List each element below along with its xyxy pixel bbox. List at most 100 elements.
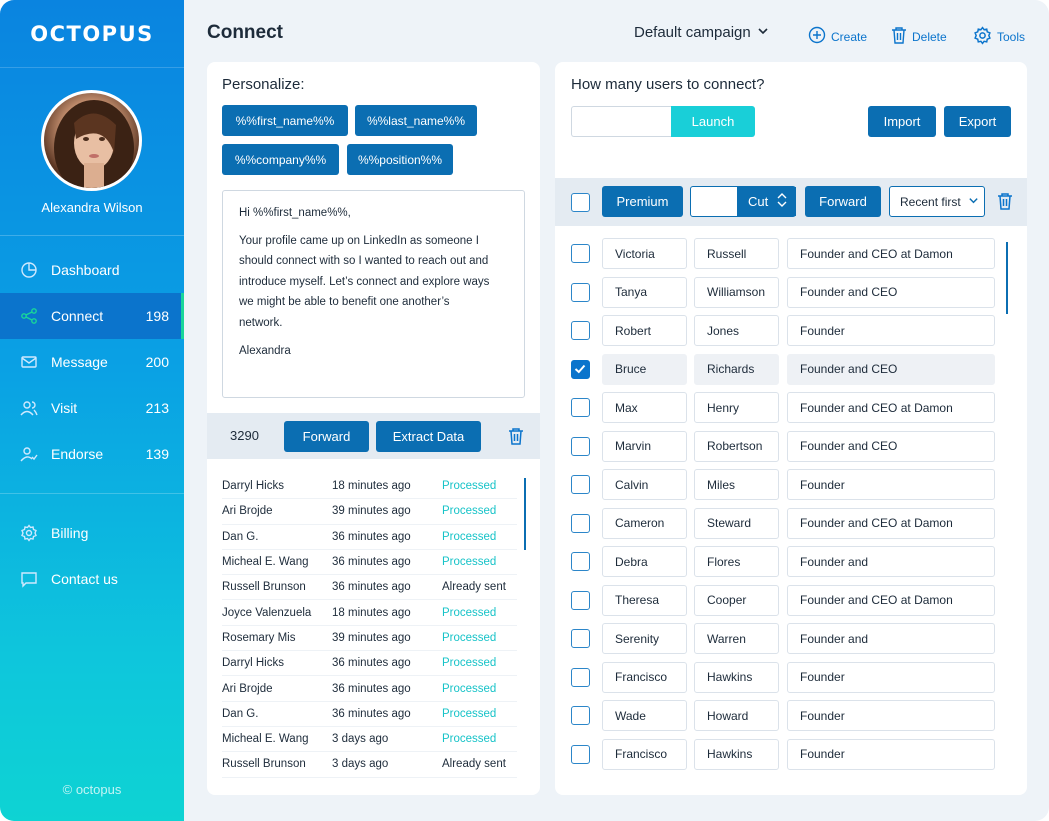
title-field[interactable]: Founder and CEO at Damon xyxy=(787,238,995,269)
title-field[interactable]: Founder and CEO at Damon xyxy=(787,507,995,539)
select-all-checkbox[interactable] xyxy=(571,193,590,212)
row-checkbox[interactable] xyxy=(571,667,590,687)
first-name-field[interactable]: Bruce xyxy=(602,353,687,385)
user-row[interactable]: Cameron Steward Founder and CEO at Damon xyxy=(555,507,1027,539)
user-row[interactable]: Serenity Warren Founder and xyxy=(555,623,1027,654)
delete-button[interactable]: Delete xyxy=(891,26,947,47)
title-field[interactable]: Founder and CEO xyxy=(787,353,995,385)
user-row[interactable]: Calvin Miles Founder xyxy=(555,469,1027,500)
last-name-field[interactable]: Howard xyxy=(694,700,779,731)
import-button[interactable]: Import xyxy=(868,106,936,137)
last-name-field[interactable]: Miles xyxy=(694,469,779,500)
row-checkbox[interactable] xyxy=(571,513,590,533)
title-field[interactable]: Founder and xyxy=(787,546,995,577)
title-field[interactable]: Founder and CEO at Damon xyxy=(787,584,995,616)
row-checkbox[interactable] xyxy=(571,744,590,764)
first-name-field[interactable]: Wade xyxy=(602,700,687,731)
row-checkbox[interactable] xyxy=(571,590,590,610)
user-row[interactable]: Marvin Robertson Founder and CEO xyxy=(555,430,1027,462)
title-field[interactable]: Founder xyxy=(787,661,995,693)
first-name-field[interactable]: Cameron xyxy=(602,507,687,539)
premium-button[interactable]: Premium xyxy=(602,186,683,217)
row-checkbox[interactable] xyxy=(571,436,590,456)
sidebar-item-endorse[interactable]: Endorse 139 xyxy=(0,431,184,477)
create-button[interactable]: Create xyxy=(808,26,867,47)
user-row[interactable]: Francisco Hawkins Founder xyxy=(555,738,1027,770)
last-name-field[interactable]: Hawkins xyxy=(694,661,779,693)
log-scrollbar[interactable] xyxy=(524,478,526,550)
title-field[interactable]: Founder and CEO at Damon xyxy=(787,392,995,423)
sidebar-item-contact[interactable]: Contact us xyxy=(0,556,184,602)
message-editor[interactable]: Hi %%first_name%%, Your profile came up … xyxy=(222,190,525,398)
title-field[interactable]: Founder xyxy=(787,700,995,731)
sort-select[interactable]: Recent first xyxy=(889,186,985,217)
sidebar-item-billing[interactable]: Billing xyxy=(0,510,184,556)
tag-last-name[interactable]: %%last_name%% xyxy=(355,105,477,136)
last-name-field[interactable]: Williamson xyxy=(694,276,779,308)
row-checkbox[interactable] xyxy=(571,282,590,302)
sidebar-item-message[interactable]: Message 200 xyxy=(0,339,184,385)
user-row[interactable]: Theresa Cooper Founder and CEO at Damon xyxy=(555,584,1027,616)
tag-company[interactable]: %%company%% xyxy=(222,144,339,175)
row-checkbox[interactable] xyxy=(571,359,590,379)
first-name-field[interactable]: Theresa xyxy=(602,584,687,616)
user-row[interactable]: Tanya Williamson Founder and CEO xyxy=(555,276,1027,308)
trash-icon[interactable] xyxy=(997,192,1013,210)
users-scrollbar[interactable] xyxy=(1006,242,1008,314)
last-name-field[interactable]: Flores xyxy=(694,546,779,577)
last-name-field[interactable]: Jones xyxy=(694,315,779,346)
last-name-field[interactable]: Richards xyxy=(694,353,779,385)
sidebar-item-visit[interactable]: Visit 213 xyxy=(0,385,184,431)
row-checkbox[interactable] xyxy=(571,321,590,340)
avatar[interactable] xyxy=(41,90,142,191)
title-field[interactable]: Founder and CEO xyxy=(787,430,995,462)
last-name-field[interactable]: Steward xyxy=(694,507,779,539)
cut-control[interactable]: Cut xyxy=(737,187,796,216)
connect-count-input[interactable] xyxy=(571,106,671,137)
trash-icon[interactable] xyxy=(508,427,524,445)
row-checkbox[interactable] xyxy=(571,398,590,417)
user-row[interactable]: Max Henry Founder and CEO at Damon xyxy=(555,392,1027,423)
user-row[interactable]: Victoria Russell Founder and CEO at Damon xyxy=(555,238,1027,269)
forward-button[interactable]: Forward xyxy=(284,421,369,452)
first-name-field[interactable]: Robert xyxy=(602,315,687,346)
first-name-field[interactable]: Tanya xyxy=(602,276,687,308)
first-name-field[interactable]: Serenity xyxy=(602,623,687,654)
row-checkbox[interactable] xyxy=(571,706,590,725)
first-name-field[interactable]: Francisco xyxy=(602,738,687,770)
user-row[interactable]: Debra Flores Founder and xyxy=(555,546,1027,577)
first-name-field[interactable]: Victoria xyxy=(602,238,687,269)
first-name-field[interactable]: Max xyxy=(602,392,687,423)
first-name-field[interactable]: Marvin xyxy=(602,430,687,462)
row-checkbox[interactable] xyxy=(571,475,590,494)
title-field[interactable]: Founder xyxy=(787,315,995,346)
first-name-field[interactable]: Calvin xyxy=(602,469,687,500)
last-name-field[interactable]: Henry xyxy=(694,392,779,423)
tools-button[interactable]: Tools xyxy=(973,26,1025,48)
row-checkbox[interactable] xyxy=(571,629,590,648)
last-name-field[interactable]: Warren xyxy=(694,623,779,654)
cut-stepper[interactable]: Cut xyxy=(690,186,796,217)
export-button[interactable]: Export xyxy=(944,106,1011,137)
campaign-dropdown[interactable]: Default campaign xyxy=(634,24,769,41)
user-row[interactable]: Bruce Richards Founder and CEO xyxy=(555,353,1027,385)
sidebar-item-dashboard[interactable]: Dashboard xyxy=(0,247,184,293)
row-checkbox[interactable] xyxy=(571,552,590,571)
extract-data-button[interactable]: Extract Data xyxy=(376,421,481,452)
user-row[interactable]: Robert Jones Founder xyxy=(555,315,1027,346)
last-name-field[interactable]: Robertson xyxy=(694,430,779,462)
first-name-field[interactable]: Francisco xyxy=(602,661,687,693)
launch-button[interactable]: Launch xyxy=(671,106,755,137)
last-name-field[interactable]: Russell xyxy=(694,238,779,269)
user-row[interactable]: Wade Howard Founder xyxy=(555,700,1027,731)
forward-users-button[interactable]: Forward xyxy=(805,186,881,217)
tag-first-name[interactable]: %%first_name%% xyxy=(222,105,348,136)
last-name-field[interactable]: Hawkins xyxy=(694,738,779,770)
title-field[interactable]: Founder xyxy=(787,469,995,500)
title-field[interactable]: Founder and CEO xyxy=(787,276,995,308)
user-row[interactable]: Francisco Hawkins Founder xyxy=(555,661,1027,693)
tag-position[interactable]: %%position%% xyxy=(347,144,453,175)
first-name-field[interactable]: Debra xyxy=(602,546,687,577)
sidebar-item-connect[interactable]: Connect 198 xyxy=(0,293,184,339)
title-field[interactable]: Founder xyxy=(787,738,995,770)
